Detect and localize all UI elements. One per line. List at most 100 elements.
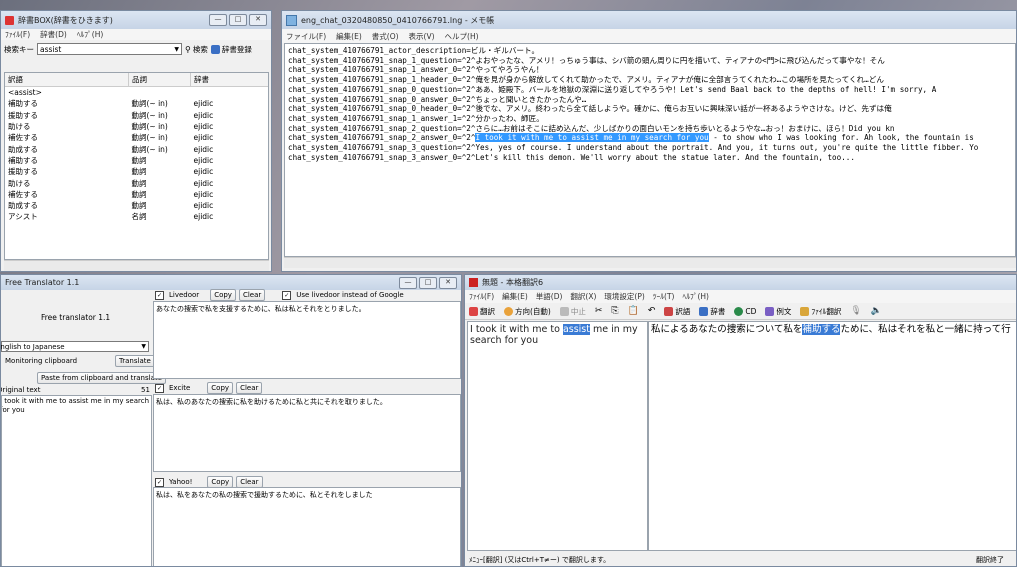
notepad-titlebar[interactable]: eng_chat_0320480850_0410766791.lng - メモ帳 (282, 11, 1016, 29)
word-tool-button[interactable]: 訳語 (664, 306, 690, 317)
use-livedoor-label: Use livedoor instead of Google (296, 291, 404, 299)
livedoor-checkbox[interactable]: ✓ (155, 290, 164, 300)
menu-edit[interactable]: 編集(E) (502, 291, 528, 302)
close-icon[interactable]: ✕ (439, 276, 457, 289)
table-cell-dict: ejidic (193, 167, 214, 177)
book-icon (210, 44, 220, 54)
menu-word[interactable]: 単語(D) (536, 291, 563, 302)
direction-tool-button[interactable]: 方向(自動) (504, 306, 551, 317)
direction-icon (504, 306, 513, 316)
speaker-icon[interactable]: 🔈 (871, 306, 882, 316)
original-text-area[interactable]: I took it with me to assist me in my sea… (1, 395, 152, 566)
table-cell-pos: 動詞 (131, 178, 147, 188)
menu-file[interactable]: ファイル(F) (286, 31, 326, 42)
excite-clear-button[interactable]: Clear (236, 382, 263, 394)
direction-select[interactable]: English to Japanese ▼ (1, 341, 149, 352)
table-cell-dict: ejidic (193, 99, 214, 109)
search-input-value: assist (40, 44, 62, 54)
menu-help[interactable]: ヘルプ(H) (445, 31, 479, 42)
source-text-pane[interactable]: I took it with me to assist me in my sea… (467, 321, 648, 551)
notepad-horizontal-scrollbar[interactable] (284, 257, 1016, 268)
close-icon[interactable]: ✕ (249, 14, 267, 26)
menu-help[interactable]: ﾍﾙﾌﾟ(H) (682, 291, 709, 302)
table-row[interactable]: 援助する 動詞 ejidic (5, 166, 268, 177)
column-header-pos[interactable]: 品詞 (128, 73, 191, 87)
dictionary-titlebar[interactable]: 辞書BOX(辞書をひきます) — □ ✕ (1, 11, 271, 29)
table-row[interactable]: アシスト 名詞 ejidic (5, 211, 268, 222)
column-header-dictionary[interactable]: 辞書 (191, 73, 269, 87)
example-tool-button[interactable]: 例文 (765, 306, 791, 317)
table-cell-dict: ejidic (193, 110, 214, 120)
table-row[interactable]: 助成する 動詞 ejidic (5, 200, 268, 211)
notepad-text-area[interactable]: chat_system_410766791_actor_description=… (284, 43, 1016, 257)
target-text-pane[interactable]: 私によるあなたの捜索について私を補助するために、私はそれを私と一緒に持って行 (648, 321, 1016, 551)
translate-tool-button[interactable]: 翻訳 (469, 306, 495, 317)
excite-checkbox[interactable]: ✓ (155, 383, 164, 393)
table-row[interactable]: 補佐する 動詞(~ in) ejidic (5, 132, 268, 143)
translate-button[interactable]: Translate (115, 355, 155, 367)
livedoor-clear-button[interactable]: Clear (238, 289, 266, 301)
table-cell-dict: ejidic (193, 155, 214, 165)
mic-icon[interactable]: 🎙 (850, 306, 861, 316)
menu-format[interactable]: 書式(O) (372, 31, 399, 42)
free-translator-titlebar[interactable]: Free Translator 1.1 — □ ✕ (1, 275, 461, 290)
undo-icon[interactable]: ↶ (648, 306, 656, 316)
chevron-down-icon[interactable]: ▼ (141, 343, 146, 350)
scissors-icon[interactable]: ✂ (595, 306, 603, 316)
table-row[interactable]: 助ける 動詞(~ in) ejidic (5, 121, 268, 132)
menu-file[interactable]: ﾌｧｲﾙ(F) (5, 29, 30, 40)
use-livedoor-checkbox[interactable]: ✓ (282, 290, 292, 300)
table-cell-word: 助成する (8, 201, 38, 211)
menu-tools[interactable]: ﾂｰﾙ(T) (653, 291, 675, 302)
register-button-label: 辞書登録 (221, 44, 252, 54)
table-row[interactable]: 補助する 動詞 ejidic (5, 155, 268, 166)
livedoor-copy-button[interactable]: Copy (210, 289, 236, 301)
minimize-icon[interactable]: — (399, 276, 417, 289)
livedoor-result-area[interactable]: あなたの捜索で私を支援するために、私は私とそれをとりました。 (153, 301, 461, 379)
notepad-line: chat_system_410766791_snap_1_answer_1=^2… (288, 114, 1012, 124)
table-row[interactable]: 助ける 動詞 ejidic (5, 177, 268, 188)
chevron-down-icon[interactable]: ▼ (174, 46, 179, 53)
table-row[interactable]: <assist> (5, 87, 268, 99)
dictionary-horizontal-scrollbar[interactable] (4, 260, 269, 271)
table-cell-word: 援助する (8, 167, 38, 177)
yahoo-checkbox[interactable]: ✓ (155, 477, 164, 487)
menu-edit[interactable]: 編集(E) (336, 31, 362, 42)
search-input[interactable]: assist ▼ (37, 43, 182, 55)
cd-tool-button[interactable]: CD (734, 306, 756, 316)
table-row[interactable]: 助成する 動詞(~ in) ejidic (5, 143, 268, 154)
menu-view[interactable]: 表示(V) (409, 31, 435, 42)
excite-result-area[interactable]: 私は、私のあなたの捜索に私を助けるために私と共にそれを取りました。 (153, 394, 461, 472)
notepad-line: chat_system_410766791_snap_1_answer_0=^2… (288, 65, 1012, 75)
maximize-icon[interactable]: □ (419, 276, 437, 289)
maximize-icon[interactable]: □ (229, 14, 247, 26)
menu-translate[interactable]: 翻訳(X) (570, 291, 596, 302)
excite-copy-button[interactable]: Copy (207, 382, 234, 394)
register-dictionary-button[interactable]: 辞書登録 (210, 44, 252, 55)
yahoo-result-area[interactable]: 私は、私をあなたの私の捜索で援助するために、私とそれをしました (153, 487, 461, 566)
paste-translate-button[interactable]: Paste from clipboard and translate (37, 372, 166, 384)
search-button[interactable]: ⚲ 検索 (185, 44, 208, 55)
dictionary-tool-button[interactable]: 辞書 (699, 306, 725, 317)
search-key-label: 検索キー (4, 44, 34, 54)
table-row[interactable]: 援助する 動詞(~ in) ejidic (5, 110, 268, 121)
honyaku-titlebar[interactable]: 無題 - 本格翻訳6 (465, 275, 1016, 290)
menu-help[interactable]: ﾍﾙﾌﾟ(H) (77, 29, 104, 40)
line-text: chat_system_410766791_snap_0_answer_0=^2… (288, 94, 587, 104)
selected-text: I took it with me to assist me in my sea… (475, 133, 709, 143)
table-row[interactable]: 補佐する 動詞 ejidic (5, 189, 268, 200)
table-row[interactable]: 補助する 動詞(~ in) ejidic (5, 98, 268, 109)
stop-tool-button[interactable]: 中止 (559, 306, 586, 317)
menu-file[interactable]: ﾌｧｲﾙ(F) (469, 291, 494, 302)
file-translate-tool-button[interactable]: ﾌｧｲﾙ翻訳 (800, 306, 841, 317)
table-cell-pos: 動詞(~ in) (131, 144, 168, 154)
table-cell-word: 助ける (8, 122, 31, 132)
column-header-translation[interactable]: 訳語 (5, 73, 129, 87)
menu-dictionary[interactable]: 辞書(D) (40, 29, 67, 40)
minimize-icon[interactable]: — (209, 14, 227, 26)
copy-icon[interactable]: ⎘ (611, 306, 618, 316)
dictionary-icon (699, 306, 709, 316)
menu-settings[interactable]: 環境設定(P) (604, 291, 644, 302)
paste-icon[interactable]: 📋 (628, 306, 639, 316)
dictionary-title: 辞書BOX(辞書をひきます) (18, 15, 113, 25)
